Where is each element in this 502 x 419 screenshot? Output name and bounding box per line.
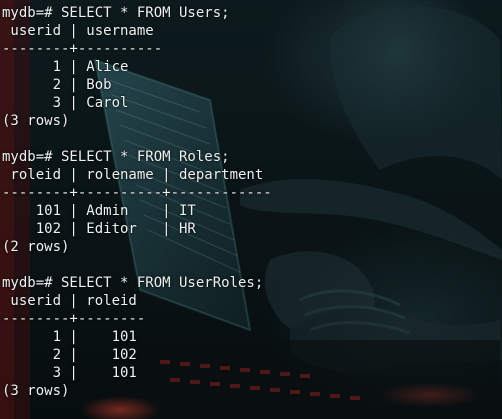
blank-line (2, 130, 272, 148)
table-separator: --------+-------- (2, 311, 146, 327)
table-row: 101 | Admin | IT (2, 203, 196, 219)
blank-line (2, 256, 272, 274)
table-header: userid | username (2, 23, 154, 39)
table-header: userid | roleid (2, 293, 137, 309)
table-separator: --------+----------+------------ (2, 185, 272, 201)
terminal-output[interactable]: mydb=# SELECT * FROM Users; userid | use… (2, 4, 272, 400)
table-row: 1 | Alice (2, 59, 129, 75)
table-separator: --------+---------- (2, 41, 163, 57)
table-row: 2 | Bob (2, 77, 112, 93)
table-row: 2 | 102 (2, 347, 137, 363)
terminal-window[interactable]: mydb=# SELECT * FROM Users; userid | use… (0, 0, 502, 419)
prompt-line: mydb=# SELECT * FROM Roles; (2, 149, 230, 165)
row-count: (2 rows) (2, 239, 70, 255)
prompt-line: mydb=# SELECT * FROM UserRoles; (2, 275, 264, 291)
table-row: 102 | Editor | HR (2, 221, 196, 237)
prompt-line: mydb=# SELECT * FROM Users; (2, 5, 230, 21)
table-header: roleid | rolename | department (2, 167, 264, 183)
table-row: 1 | 101 (2, 329, 137, 345)
table-row: 3 | 101 (2, 365, 137, 381)
table-row: 3 | Carol (2, 95, 129, 111)
row-count: (3 rows) (2, 383, 70, 399)
row-count: (3 rows) (2, 113, 70, 129)
